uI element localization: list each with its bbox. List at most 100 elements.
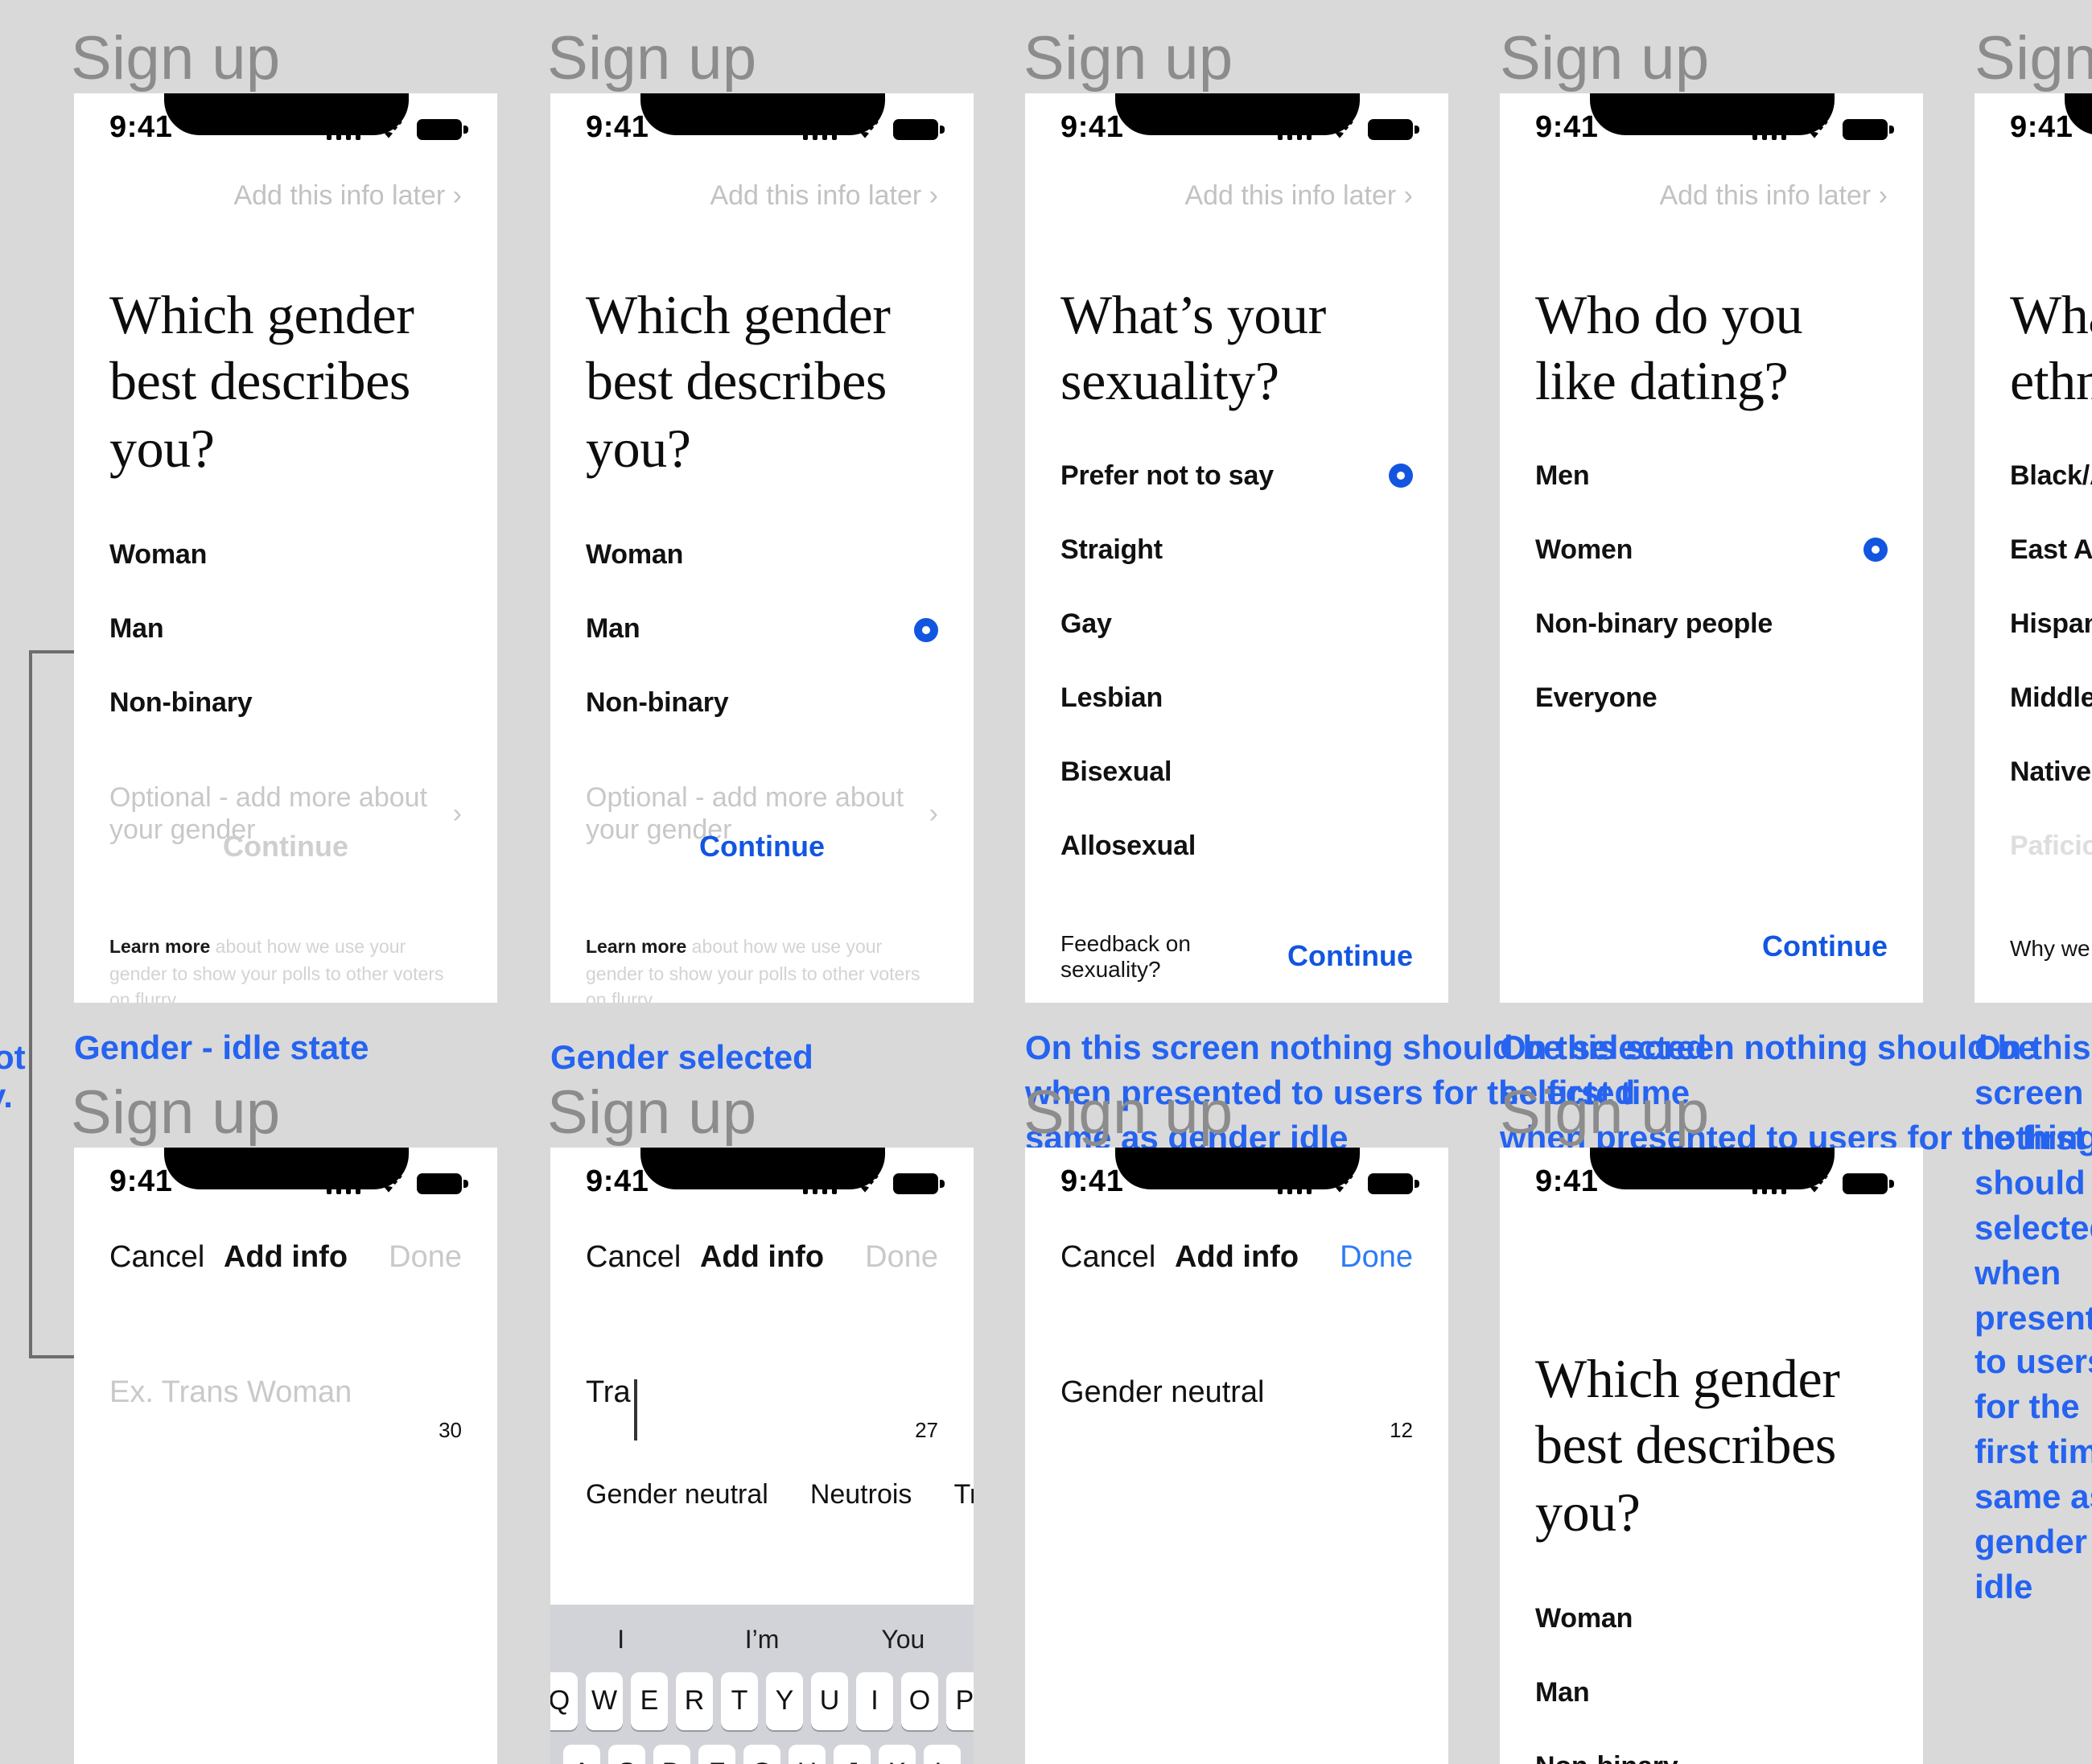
frame-title-sexuality: Sign up: [1023, 26, 1233, 93]
continue-button[interactable]: Continue: [1762, 930, 1888, 964]
skip-row[interactable]: Add this info later ›: [1025, 164, 1448, 212]
key-d[interactable]: D: [653, 1745, 690, 1764]
option-label: Woman: [586, 539, 684, 571]
option-row-women[interactable]: Women: [1535, 513, 1888, 587]
gender-text-input-wrap[interactable]: Gender neutral 12: [1025, 1376, 1448, 1442]
continue-button[interactable]: Continue: [1287, 939, 1413, 973]
key-j[interactable]: J: [834, 1745, 871, 1764]
cancel-button[interactable]: Cancel: [109, 1241, 204, 1276]
option-row-east-asian[interactable]: East Asian: [2010, 513, 2092, 587]
learn-more-footer[interactable]: Learn more about how we use your gender …: [586, 935, 938, 1003]
caption-gender-selected: Gender selected: [550, 1040, 813, 1077]
gender-text-input[interactable]: Gender neutral: [1060, 1376, 1413, 1431]
option-row-non-binary[interactable]: Non-binary: [1535, 1731, 1888, 1764]
skip-row[interactable]: Add this info later ›: [550, 164, 974, 212]
cancel-button[interactable]: Cancel: [1060, 1241, 1155, 1276]
frame-title-addinfo-typing: Sign up: [547, 1080, 757, 1148]
done-button-disabled[interactable]: Done: [865, 1241, 938, 1276]
key-w[interactable]: W: [586, 1672, 623, 1730]
key-h[interactable]: H: [789, 1745, 826, 1764]
key-l[interactable]: L: [924, 1745, 961, 1764]
prediction-3[interactable]: You: [833, 1627, 974, 1656]
option-row-non-binary[interactable]: Non-binary: [586, 667, 938, 741]
option-row-woman[interactable]: Woman: [109, 519, 462, 593]
option-row-man[interactable]: Man: [586, 593, 938, 667]
skip-row[interactable]: Add this info later ›: [74, 164, 497, 212]
learn-more-footer[interactable]: Learn more about how we use your gender …: [109, 935, 462, 1003]
key-f[interactable]: F: [698, 1745, 735, 1764]
option-row-man[interactable]: Man: [1535, 1657, 1888, 1731]
option-row-woman[interactable]: Woman: [1535, 1583, 1888, 1657]
suggestion-chip[interactable]: Trans: [953, 1479, 974, 1511]
option-row-bisexual[interactable]: Bisexual: [1060, 736, 1413, 810]
suggestion-chip[interactable]: Neutrois: [810, 1479, 912, 1511]
key-g[interactable]: G: [743, 1745, 780, 1764]
option-row-woman[interactable]: Woman: [586, 519, 938, 593]
option-row-men[interactable]: Men: [1535, 439, 1888, 513]
status-bar: 9:41: [74, 1148, 497, 1218]
key-k[interactable]: K: [879, 1745, 916, 1764]
suggestion-chip[interactable]: Gender neutral: [586, 1479, 768, 1511]
key-r[interactable]: R: [676, 1672, 713, 1730]
option-row-hispanic-latino[interactable]: Hispanic/Latino ✓: [2010, 587, 2092, 662]
why-we-ask-link[interactable]: Why we ask this?: [2010, 934, 2092, 960]
caption-ethnicity: On this screen nothing should be selecte…: [1975, 1030, 2092, 1607]
option-row-pacific-islander[interactable]: Paficic Islander: [2010, 810, 2092, 884]
key-e[interactable]: E: [631, 1672, 668, 1730]
status-icons: [802, 117, 944, 140]
option-row-man[interactable]: Man: [109, 593, 462, 667]
gender-text-input[interactable]: Ex. Trans Woman: [109, 1376, 462, 1431]
battery-icon: [1368, 1173, 1419, 1193]
learn-more-link[interactable]: Learn more: [109, 938, 210, 958]
option-label: Native American: [2010, 756, 2092, 787]
option-row-prefer-not-to-say[interactable]: Prefer not to say: [1060, 439, 1413, 513]
prediction-1[interactable]: I: [550, 1627, 691, 1656]
page-title: Who do you like dating?: [1535, 286, 1803, 413]
add-info-later-link[interactable]: Add this info later ›: [1659, 180, 1888, 211]
status-time: 9:41: [1060, 111, 1124, 145]
key-i[interactable]: I: [856, 1672, 893, 1730]
frame-title-dating: Sign up: [1500, 26, 1710, 93]
key-o[interactable]: O: [901, 1672, 938, 1730]
option-label: Man: [586, 613, 640, 645]
add-info-later-link[interactable]: Add this info later ›: [710, 180, 938, 211]
add-info-later-link[interactable]: Add this info later ›: [233, 180, 462, 211]
key-p[interactable]: P: [946, 1672, 974, 1730]
skip-row[interactable]: Add this info later ›: [1500, 164, 1923, 212]
option-row-everyone[interactable]: Everyone: [1535, 662, 1888, 736]
key-s[interactable]: S: [608, 1745, 645, 1764]
option-row-straight[interactable]: Straight: [1060, 513, 1413, 587]
option-row-non-binary[interactable]: Non-binary: [109, 667, 462, 741]
done-button-disabled[interactable]: Done: [389, 1241, 462, 1276]
option-row-gay[interactable]: Gay: [1060, 587, 1413, 662]
gender-text-input-wrap[interactable]: Ex. Trans Woman 30: [74, 1376, 497, 1442]
feedback-link[interactable]: Feedback on sexuality?: [1060, 930, 1287, 982]
key-a[interactable]: A: [563, 1745, 600, 1764]
option-row-lesbian[interactable]: Lesbian: [1060, 662, 1413, 736]
option-row-black-african-descent[interactable]: Black/African Descent: [2010, 439, 2092, 513]
key-y[interactable]: Y: [766, 1672, 803, 1730]
option-row-allosexual[interactable]: Allosexual: [1060, 810, 1413, 884]
option-row-native-american[interactable]: Native American: [2010, 736, 2092, 810]
add-info-later-link[interactable]: Add this info later ›: [1184, 180, 1413, 211]
key-t[interactable]: T: [721, 1672, 758, 1730]
character-counter: 27: [915, 1418, 938, 1442]
ethnicity-bottom-bar: Why we ask this? Continue: [2010, 930, 2092, 964]
option-row-non-binary-people[interactable]: Non-binary people: [1535, 587, 1888, 662]
prediction-2[interactable]: I’m: [691, 1627, 832, 1656]
key-q[interactable]: Q: [550, 1672, 578, 1730]
radio-selected-icon: [1863, 538, 1888, 563]
option-row-middle-eastern[interactable]: Middle Eastern ✓: [2010, 662, 2092, 736]
cancel-button[interactable]: Cancel: [586, 1241, 681, 1276]
gender-text-input-wrap[interactable]: Tra 27: [550, 1376, 974, 1442]
page-title: Which gender best describes you?: [109, 286, 414, 480]
continue-button-disabled[interactable]: Continue: [74, 830, 497, 864]
done-button[interactable]: Done: [1340, 1241, 1413, 1276]
battery-icon: [1843, 1173, 1893, 1193]
learn-more-link[interactable]: Learn more: [586, 938, 686, 958]
key-u[interactable]: U: [811, 1672, 848, 1730]
gender-text-input[interactable]: Tra: [586, 1376, 938, 1440]
continue-button[interactable]: Continue: [550, 830, 974, 864]
status-bar: 9:41: [1025, 93, 1448, 164]
skip-row[interactable]: Add this info later ›: [1975, 164, 2092, 212]
